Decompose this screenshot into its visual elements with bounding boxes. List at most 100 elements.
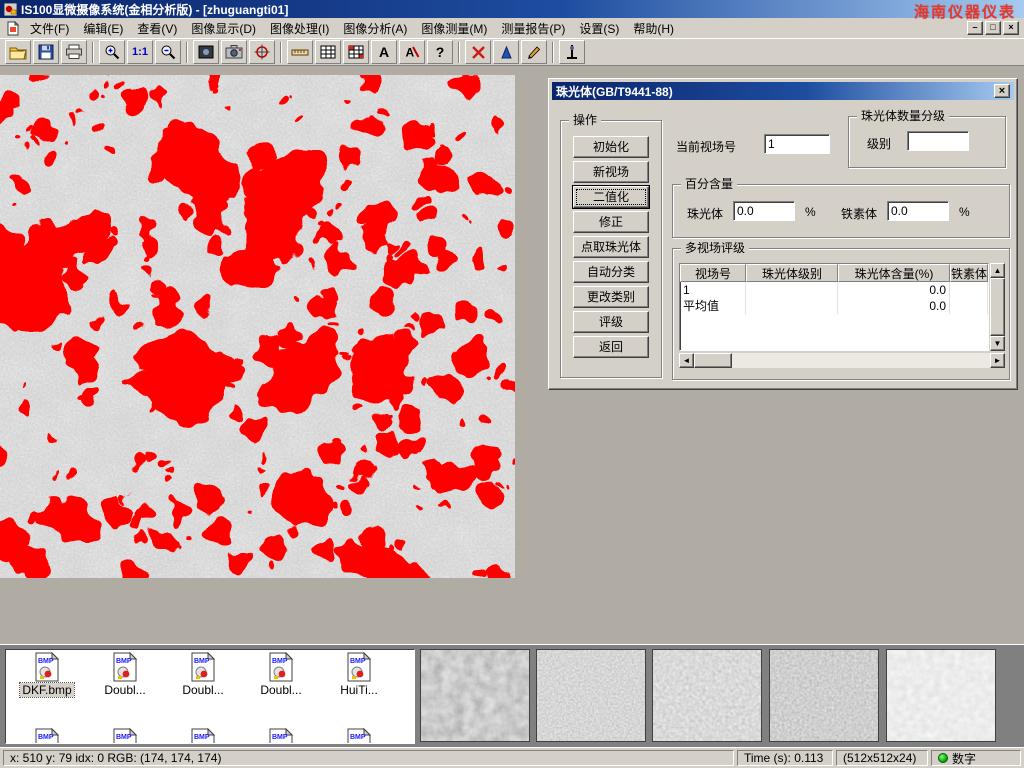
grade-button[interactable]: 评级 <box>573 311 649 333</box>
open-button[interactable] <box>5 40 31 64</box>
svg-text:BMP: BMP <box>116 658 132 665</box>
ruler-tool-button[interactable] <box>287 40 313 64</box>
printer-icon <box>65 44 83 60</box>
header-ferrite[interactable]: 铁素体 <box>950 264 988 282</box>
table-row[interactable]: 平均值 0.0 <box>680 298 988 314</box>
scroll-right-icon[interactable]: ► <box>990 353 1005 368</box>
menu-view[interactable]: 查看(V) <box>130 18 184 39</box>
init-button[interactable]: 初始化 <box>573 136 649 158</box>
file-item[interactable]: BMP <box>166 728 240 744</box>
dialog-title-bar[interactable]: 珠光体(GB/T9441-88) × <box>552 82 1014 100</box>
menu-report[interactable]: 测量报告(P) <box>494 18 572 39</box>
file-item[interactable]: BMP <box>244 728 318 744</box>
gallery-thumbnail[interactable] <box>536 649 646 742</box>
gallery-thumbnail[interactable] <box>769 649 879 742</box>
file-browser: BMP DKF.bmp BMP Doubl... <box>5 649 415 744</box>
bmp-file-icon: BMP <box>344 652 374 682</box>
svg-text:BMP: BMP <box>194 658 210 665</box>
target-button[interactable] <box>249 40 275 64</box>
multifield-table: 视场号 珠光体级别 珠光体含量(%) 铁素体 1 0.0 平均值 <box>679 263 989 351</box>
horizontal-scroll-thumb[interactable] <box>694 353 732 368</box>
file-item[interactable]: BMP Doubl... <box>166 652 240 697</box>
print-button[interactable] <box>61 40 87 64</box>
text-tool-button[interactable]: A <box>371 40 397 64</box>
menu-settings[interactable]: 设置(S) <box>572 18 626 39</box>
file-name[interactable]: HuiTi... <box>338 683 380 697</box>
scroll-down-icon[interactable]: ▼ <box>990 336 1005 351</box>
file-item[interactable]: BMP DKF.bmp <box>10 652 84 697</box>
binarize-button[interactable]: 二值化 <box>573 186 649 208</box>
pen-tool-button[interactable] <box>521 40 547 64</box>
menu-help[interactable]: 帮助(H) <box>626 18 681 39</box>
pick-pearlite-button[interactable]: 点取珠光体 <box>573 236 649 258</box>
grading-group-label: 珠光体数量分级 <box>857 109 949 124</box>
scroll-left-icon[interactable]: ◄ <box>679 353 694 368</box>
auto-classify-button[interactable]: 自动分类 <box>573 261 649 283</box>
correct-button[interactable]: 修正 <box>573 211 649 233</box>
text-tool-icon: A <box>379 44 389 60</box>
digital-mode-icon <box>938 753 948 763</box>
file-name[interactable]: DKF.bmp <box>20 683 73 697</box>
probe-tool-button[interactable] <box>559 40 585 64</box>
save-button[interactable] <box>33 40 59 64</box>
camera-button[interactable] <box>221 40 247 64</box>
mdi-restore-button[interactable]: □ <box>985 21 1001 35</box>
mdi-minimize-button[interactable]: – <box>967 21 983 35</box>
file-item[interactable]: BMP <box>10 728 84 744</box>
gallery-thumbnail[interactable] <box>652 649 762 742</box>
menu-image-display[interactable]: 图像显示(D) <box>184 18 263 39</box>
vertical-scrollbar[interactable]: ▲ ▼ <box>990 263 1005 351</box>
file-item[interactable]: BMP Doubl... <box>88 652 162 697</box>
vertical-scroll-thumb[interactable] <box>990 278 1005 336</box>
file-name[interactable]: Doubl... <box>258 683 303 697</box>
menu-edit[interactable]: 编辑(E) <box>76 18 130 39</box>
percent-group: 百分含量 珠光体 % 铁素体 % <box>672 184 1010 238</box>
binary-grid-button[interactable] <box>343 40 369 64</box>
grid-tool-button[interactable] <box>315 40 341 64</box>
new-field-button[interactable]: 新视场 <box>573 161 649 183</box>
bmp-file-icon: BMP <box>266 652 296 682</box>
file-item[interactable]: BMP <box>322 728 396 744</box>
level-label: 级别 <box>867 135 891 152</box>
file-item[interactable]: BMP <box>88 728 162 744</box>
menu-file[interactable]: 文件(F) <box>23 18 76 39</box>
micrograph-image[interactable] <box>0 75 515 578</box>
gallery-thumbnail[interactable] <box>886 649 996 742</box>
level-input[interactable] <box>907 131 969 151</box>
mdi-close-button[interactable]: × <box>1003 21 1019 35</box>
scroll-up-icon[interactable]: ▲ <box>990 263 1005 278</box>
menu-image-process[interactable]: 图像处理(I) <box>263 18 336 39</box>
operation-group: 操作 初始化 新视场 二值化 修正 点取珠光体 自动分类 更改类别 评级 返回 <box>560 120 662 378</box>
file-name[interactable]: Doubl... <box>102 683 147 697</box>
ferrite-percent-input[interactable] <box>887 201 949 221</box>
table-row[interactable]: 1 0.0 <box>680 282 988 298</box>
zoom-in-button[interactable] <box>99 40 125 64</box>
help-button[interactable]: ? <box>427 40 453 64</box>
file-item[interactable]: BMP HuiTi... <box>322 652 396 697</box>
help-icon: ? <box>436 44 445 60</box>
current-field-input[interactable] <box>764 134 830 154</box>
frame-capture-button[interactable] <box>193 40 219 64</box>
cut-tool-button[interactable] <box>465 40 491 64</box>
marker-tool-button[interactable] <box>493 40 519 64</box>
menu-image-analysis[interactable]: 图像分析(A) <box>336 18 414 39</box>
menu-image-measure[interactable]: 图像测量(M) <box>414 18 494 39</box>
file-item[interactable]: BMP Doubl... <box>244 652 318 697</box>
header-pearlite-content[interactable]: 珠光体含量(%) <box>838 264 950 282</box>
zoom-out-button[interactable] <box>155 40 181 64</box>
dialog-close-button[interactable]: × <box>994 84 1010 98</box>
status-mode: 数字 <box>931 750 1021 766</box>
pearlite-percent-input[interactable] <box>733 201 795 221</box>
header-pearlite-grade[interactable]: 珠光体级别 <box>746 264 838 282</box>
header-field-no[interactable]: 视场号 <box>680 264 746 282</box>
return-button[interactable]: 返回 <box>573 336 649 358</box>
horizontal-scroll-track[interactable] <box>732 353 990 368</box>
horizontal-scrollbar[interactable]: ◄ ► <box>679 353 1005 368</box>
actual-size-button[interactable]: 1:1 <box>127 40 153 64</box>
change-class-button[interactable]: 更改类别 <box>573 286 649 308</box>
annotation-tool-button[interactable]: A <box>399 40 425 64</box>
binary-grid-icon <box>348 45 364 59</box>
bmp-file-icon: BMP <box>344 728 374 744</box>
file-name[interactable]: Doubl... <box>180 683 225 697</box>
gallery-thumbnail[interactable] <box>420 649 530 742</box>
